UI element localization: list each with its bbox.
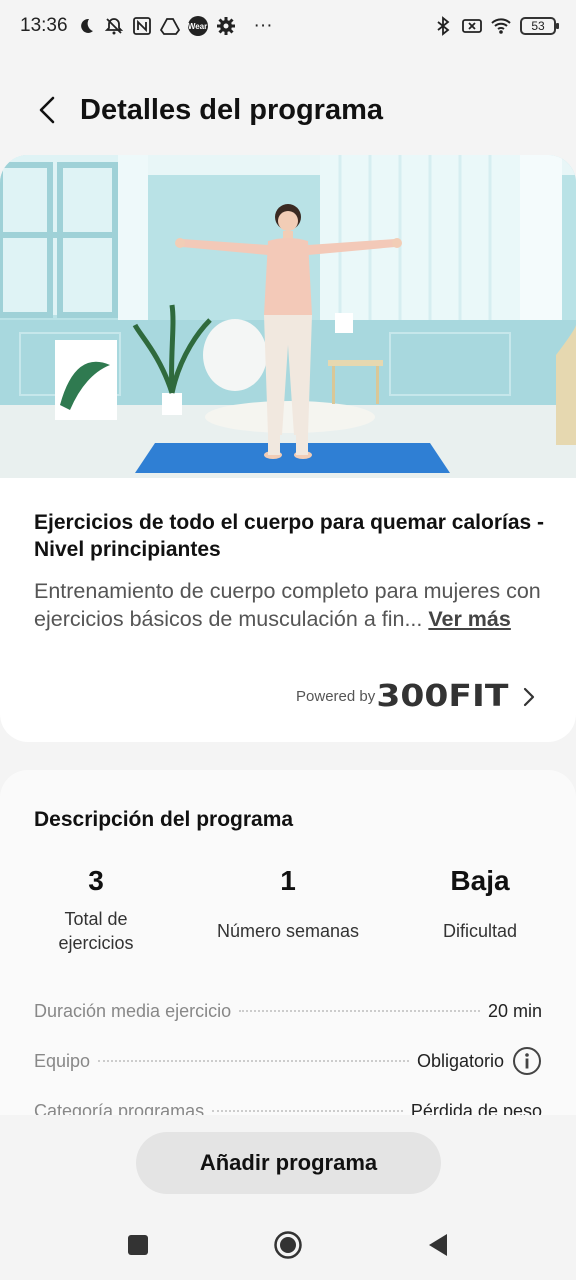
detail-row-equipment: Equipo Obligatorio: [34, 1036, 542, 1086]
chevron-right-icon: [523, 687, 535, 706]
wear-icon: Wear: [187, 16, 208, 36]
drive-icon: [159, 16, 180, 36]
triangle-back-icon: [429, 1234, 447, 1256]
detail-row-duration: Duración media ejercicio 20 min: [34, 986, 542, 1036]
powered-by-link[interactable]: Powered by 300FIT: [296, 679, 536, 714]
brand-logo: 300FIT: [376, 679, 509, 714]
dotted-leader: [239, 1010, 480, 1012]
section-title: Descripción del programa: [34, 808, 294, 831]
detail-value: 20 min: [487, 1000, 542, 1021]
page-title: Detalles del programa: [80, 93, 383, 126]
detail-row-category: Categoría programas Pérdida de peso: [34, 1086, 542, 1116]
program-description-card: Descripción del programa 3 Total de ejer…: [0, 770, 576, 1115]
stat-weeks: 1 Número semanas: [192, 865, 384, 955]
stat-difficulty: Baja Dificultad: [384, 865, 576, 955]
nfc-icon: [132, 16, 152, 36]
sim-off-icon: [462, 16, 482, 36]
dotted-leader: [98, 1060, 409, 1062]
stat-total-exercises: 3 Total de ejercicios: [0, 865, 192, 955]
back-button[interactable]: [22, 85, 72, 135]
moon-icon: [76, 16, 96, 36]
settings-icon: [216, 16, 236, 36]
details-list: Duración media ejercicio 20 min Equipo O…: [34, 986, 542, 1116]
info-icon[interactable]: [512, 1046, 542, 1076]
stats-row: 3 Total de ejercicios 1 Número semanas B…: [0, 865, 576, 955]
detail-label: Duración media ejercicio: [34, 1000, 232, 1021]
header: Detalles del programa: [0, 80, 576, 140]
stat-value: 3: [88, 865, 104, 896]
status-time: 13:36: [20, 15, 68, 36]
stat-label: Número semanas: [216, 921, 360, 941]
stat-label: Total de ejercicios: [58, 909, 134, 953]
program-hero-image[interactable]: [0, 155, 576, 478]
program-description: Entrenamiento de cuerpo completo para mu…: [34, 577, 544, 633]
detail-value-wrap: Obligatorio: [417, 1046, 542, 1076]
program-name: Ejercicios de todo el cuerpo para quemar…: [34, 511, 545, 561]
detail-value: Obligatorio: [416, 1050, 504, 1071]
detail-value: Pérdida de peso: [410, 1100, 542, 1116]
battery-icon: 53: [520, 17, 559, 35]
dotted-leader: [212, 1110, 403, 1112]
bluetooth-icon: [433, 16, 453, 36]
back-nav-button[interactable]: [418, 1225, 458, 1265]
home-button[interactable]: [268, 1225, 308, 1265]
add-program-button[interactable]: Añadir programa: [136, 1132, 441, 1194]
back-arrow-icon: [39, 96, 55, 124]
wifi-icon: [491, 16, 511, 36]
status-bar: 13:36 Wear ··· 53: [0, 0, 576, 52]
system-nav-bar: [0, 1215, 576, 1275]
mute-icon: [104, 16, 124, 36]
see-more-link[interactable]: Ver más: [428, 607, 510, 631]
recents-button[interactable]: [118, 1225, 158, 1265]
detail-label: Categoría programas: [34, 1100, 205, 1116]
powered-by-label: Powered by: [296, 688, 376, 705]
stat-value: Baja: [450, 865, 510, 896]
stat-label: Dificultad: [442, 921, 518, 941]
stat-value: 1: [280, 865, 296, 896]
program-card: Ejercicios de todo el cuerpo para quemar…: [0, 155, 576, 742]
more-icon: ···: [253, 15, 273, 36]
square-icon: [128, 1235, 148, 1255]
detail-label: Equipo: [34, 1050, 91, 1071]
home-circle-icon: [274, 1231, 302, 1259]
